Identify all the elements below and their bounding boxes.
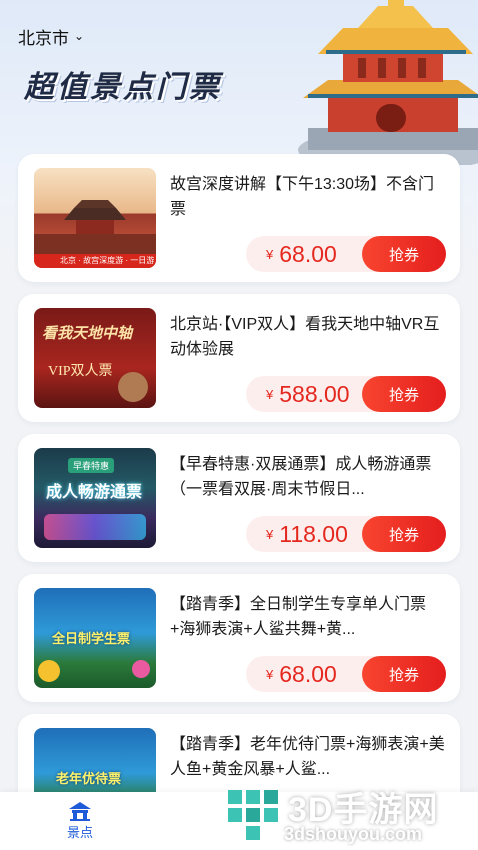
forbidden-city-image	[34, 200, 156, 254]
header: 北京市 ⌄ 超值景点门票	[0, 0, 478, 165]
ticket-card[interactable]: 全日制学生票 【踏青季】全日制学生专享单人门票+海狮表演+人鲨共舞+黄... ¥…	[18, 574, 460, 702]
thumb-sub: VIP双人票	[48, 364, 113, 379]
tab-attractions[interactable]: 景点	[50, 800, 110, 841]
ticket-price: 588.00	[279, 380, 350, 407]
ticket-title: 【踏青季】老年优待门票+海狮表演+美人鱼+黄金风暴+人鲨...	[170, 736, 445, 778]
ticket-thumbnail: 早春特惠 成人畅游通票	[34, 448, 156, 548]
currency-symbol: ¥	[266, 246, 274, 262]
thumb-text: 全日制学生票	[52, 631, 131, 646]
thumb-text: 看我天地中轴	[42, 325, 133, 342]
mascot-image	[118, 372, 148, 402]
ticket-title: 【早春特惠·双展通票】成人畅游通票（一票看双展·周末节假日...	[170, 456, 432, 498]
ticket-thumbnail: 看我天地中轴 VIP双人票	[34, 308, 156, 408]
ticket-price: 118.00	[279, 520, 348, 547]
palace-illustration	[298, 0, 478, 165]
currency-symbol: ¥	[266, 386, 274, 402]
grab-coupon-button[interactable]: 抢券	[362, 376, 446, 412]
price-pill: ¥ 68.00 抢券	[246, 236, 446, 272]
ticket-price: 68.00	[279, 240, 337, 267]
grab-coupon-button[interactable]: 抢券	[362, 236, 446, 272]
tab-label: 景点	[66, 825, 93, 840]
price-pill: ¥ 588.00 抢券	[246, 376, 446, 412]
thumb-badge: 早春特惠	[68, 458, 115, 473]
city-selector[interactable]: 北京市 ⌄	[18, 24, 84, 49]
ticket-card[interactable]: 0 北京 · 故宫深度游 · 一日游 故宫深度讲解【下午13:30场】不含门票 …	[18, 154, 460, 282]
price-pill: ¥ 68.00 抢券	[246, 656, 446, 692]
watermark-logo-icon	[228, 790, 278, 840]
ticket-list: 0 北京 · 故宫深度游 · 一日游 故宫深度讲解【下午13:30场】不含门票 …	[18, 154, 460, 850]
chevron-down-icon: ⌄	[74, 28, 85, 43]
flower-decoration	[132, 660, 150, 678]
watermark-url: 3dshouyou.com	[284, 824, 423, 844]
ticket-thumbnail: 全日制学生票	[34, 588, 156, 688]
currency-symbol: ¥	[266, 526, 274, 542]
flower-decoration	[38, 660, 60, 682]
currency-symbol: ¥	[266, 666, 274, 682]
ticket-title: 【踏青季】全日制学生专享单人门票+海狮表演+人鲨共舞+黄...	[170, 596, 427, 638]
ticket-price: 68.00	[279, 660, 337, 687]
grab-coupon-button[interactable]: 抢券	[362, 516, 446, 552]
thumb-text: 老年优待票	[56, 771, 122, 786]
thumb-text: 成人畅游通票	[46, 484, 143, 501]
attraction-icon	[69, 802, 91, 821]
ticket-card[interactable]: 看我天地中轴 VIP双人票 北京站·【VIP双人】看我天地中轴VR互动体验展 ¥…	[18, 294, 460, 422]
ticket-title: 故宫深度讲解【下午13:30场】不含门票	[170, 176, 435, 218]
grab-coupon-button[interactable]: 抢券	[362, 656, 446, 692]
ticket-thumbnail: 0 北京 · 故宫深度游 · 一日游	[34, 168, 156, 268]
ticket-card[interactable]: 早春特惠 成人畅游通票 【早春特惠·双展通票】成人畅游通票（一票看双展·周末节假…	[18, 434, 460, 562]
banner-title: 超值景点门票	[24, 71, 222, 104]
watermark: 3D手游网 3dshouyou.com	[218, 780, 478, 850]
ticket-title: 北京站·【VIP双人】看我天地中轴VR互动体验展	[170, 316, 440, 358]
price-pill: ¥ 118.00 抢券	[246, 516, 446, 552]
city-label: 北京市	[18, 29, 69, 48]
thumb-glow	[44, 514, 146, 540]
thumb-caption: 北京 · 故宫深度游 · 一日游	[34, 254, 156, 268]
